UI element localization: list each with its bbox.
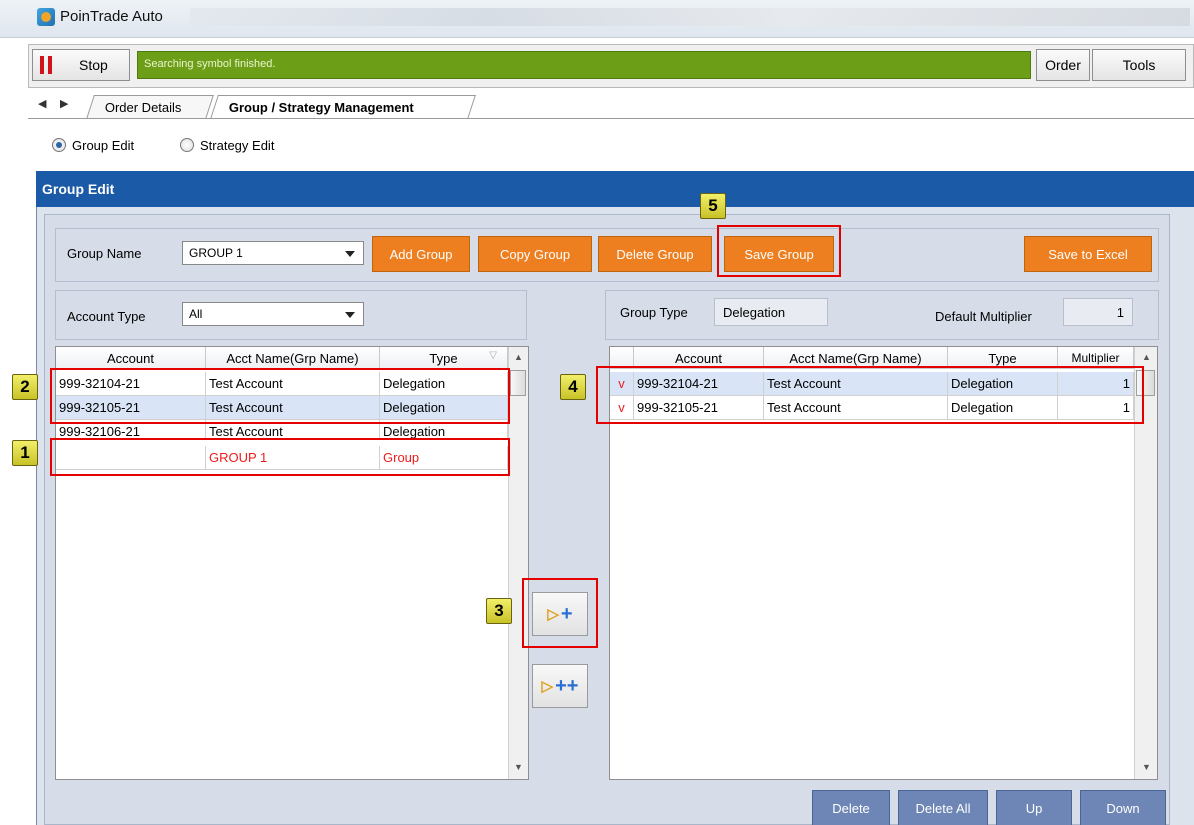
app-logo-icon xyxy=(37,8,55,26)
up-button[interactable]: Up xyxy=(996,790,1072,825)
tab-group-strategy-label: Group / Strategy Management xyxy=(228,100,414,115)
delete-button[interactable]: Delete xyxy=(812,790,890,825)
arrow-right-icon: ▷ xyxy=(541,678,554,695)
pause-icon xyxy=(40,56,54,74)
strategy-edit-radio[interactable] xyxy=(180,138,194,152)
annotation-badge-4: 4 xyxy=(560,374,586,400)
double-plus-icon: ++ xyxy=(555,674,579,697)
annotation-badge-5: 5 xyxy=(700,193,726,219)
tab-divider xyxy=(28,118,1194,119)
delete-group-button[interactable]: Delete Group xyxy=(598,236,712,272)
tab-order-details-label: Order Details xyxy=(104,100,182,115)
add-all-button[interactable]: ▷ ++ xyxy=(532,664,588,708)
annotation-box-3 xyxy=(522,578,598,648)
accounts-table-scrollbar[interactable] xyxy=(508,347,528,779)
annotation-box-4 xyxy=(596,366,1144,424)
group-name-select[interactable]: GROUP 1 xyxy=(182,241,364,265)
window-title: PoinTrade Auto xyxy=(60,8,163,25)
tab-order-details[interactable]: Order Details xyxy=(86,95,214,119)
tools-button[interactable]: Tools xyxy=(1092,49,1186,81)
annotation-box-1 xyxy=(50,438,510,476)
col-header-account[interactable]: Account xyxy=(56,347,206,369)
annotation-badge-2: 2 xyxy=(12,374,38,400)
chevron-down-icon xyxy=(345,251,355,257)
scroll-up-icon[interactable]: ▲ xyxy=(514,352,523,362)
col-header-type-label: Type xyxy=(429,351,458,366)
group-edit-header: Group Edit xyxy=(36,171,1194,207)
order-button[interactable]: Order xyxy=(1036,49,1090,81)
scroll-up-icon[interactable]: ▲ xyxy=(1142,352,1151,362)
strategy-edit-radio-label[interactable]: Strategy Edit xyxy=(200,138,274,153)
group-type-value: Delegation xyxy=(714,298,828,326)
delete-all-button[interactable]: Delete All xyxy=(898,790,988,825)
tab-group-strategy-management[interactable]: Group / Strategy Management xyxy=(210,95,476,119)
annotation-badge-3: 3 xyxy=(486,598,512,624)
group-name-value: GROUP 1 xyxy=(189,246,243,260)
col-header-type[interactable]: Type ▽ xyxy=(380,347,508,369)
account-type-value: All xyxy=(189,307,203,321)
blurred-taskbar xyxy=(190,8,1190,26)
group-edit-radio[interactable] xyxy=(52,138,66,152)
annotation-badge-1: 1 xyxy=(12,440,38,466)
group-name-label: Group Name xyxy=(67,246,142,261)
annotation-box-2 xyxy=(50,368,510,424)
status-message: Searching symbol finished. xyxy=(137,51,1031,79)
default-multiplier-label: Default Multiplier xyxy=(935,309,1032,324)
account-type-select[interactable]: All xyxy=(182,302,364,326)
copy-group-button[interactable]: Copy Group xyxy=(478,236,592,272)
tab-scroll-right-icon[interactable]: ▶ xyxy=(60,97,68,110)
save-to-excel-button[interactable]: Save to Excel xyxy=(1024,236,1152,272)
scroll-down-icon[interactable]: ▼ xyxy=(514,762,523,772)
group-edit-radio-label[interactable]: Group Edit xyxy=(72,138,134,153)
add-group-button[interactable]: Add Group xyxy=(372,236,470,272)
col-header-acct-name[interactable]: Acct Name(Grp Name) xyxy=(206,347,380,369)
sort-icon: ▽ xyxy=(489,350,497,361)
chevron-down-icon xyxy=(345,312,355,318)
annotation-box-5 xyxy=(717,225,841,277)
account-type-label: Account Type xyxy=(67,309,146,324)
down-button[interactable]: Down xyxy=(1080,790,1166,825)
group-type-label: Group Type xyxy=(620,305,688,320)
default-multiplier-value[interactable]: 1 xyxy=(1063,298,1133,326)
tab-scroll-left-icon[interactable]: ◀ xyxy=(38,97,46,110)
scroll-down-icon[interactable]: ▼ xyxy=(1142,762,1151,772)
scroll-thumb[interactable] xyxy=(510,370,526,396)
